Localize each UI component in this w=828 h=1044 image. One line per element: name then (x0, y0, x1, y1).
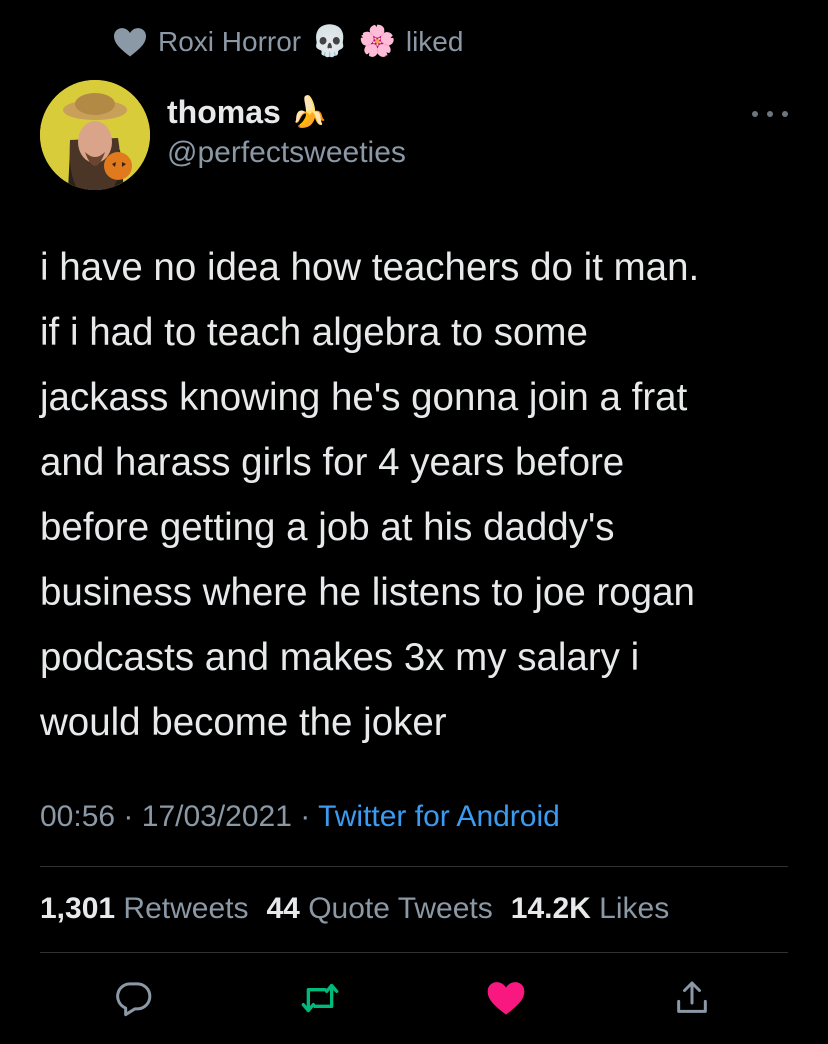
tweet-meta: 00:56 · 17/03/2021 · Twitter for Android (40, 800, 560, 834)
flower-emoji: 🌸 (358, 25, 396, 58)
divider (40, 866, 788, 867)
tweet-text-line: before getting a job at his daddy's (40, 506, 615, 549)
retweet-icon[interactable] (300, 978, 340, 1018)
more-dot (767, 111, 773, 117)
liked-heart-icon (112, 26, 148, 58)
user-name[interactable]: thomas 🍌 (167, 94, 328, 131)
retweets-stat[interactable]: 1,301 Retweets (40, 892, 248, 926)
avatar[interactable] (40, 80, 150, 190)
likes-label: Likes (599, 892, 670, 925)
more-icon[interactable] (752, 104, 788, 124)
quotes-count: 44 (266, 892, 300, 925)
action-bar (40, 968, 788, 1028)
banana-emoji: 🍌 (290, 95, 329, 129)
liker-name[interactable]: Roxi Horror (158, 26, 301, 58)
tweet-stats: 1,301 Retweets 44 Quote Tweets 14.2K Lik… (40, 892, 669, 926)
meta-separator: · (123, 800, 134, 833)
likes-count: 14.2K (510, 892, 591, 925)
quotes-stat[interactable]: 44 Quote Tweets (266, 892, 492, 926)
more-dot (752, 111, 758, 117)
tweet-text-line: if i had to teach algebra to some (40, 311, 588, 354)
tweet-text-line: jackass knowing he's gonna join a frat (40, 376, 688, 419)
tweet-text-line: would become the joker (40, 701, 447, 744)
quotes-label: Quote Tweets (308, 892, 493, 925)
tweet-text-line: business where he listens to joe rogan (40, 571, 695, 614)
tweet-text: i have no idea how teachers do it man. i… (40, 235, 800, 755)
meta-separator: · (300, 800, 311, 833)
retweets-count: 1,301 (40, 892, 116, 925)
retweets-label: Retweets (123, 892, 249, 925)
skull-emoji: 💀 (311, 25, 349, 58)
liked-label: liked (405, 26, 464, 57)
reply-icon[interactable] (114, 978, 154, 1018)
tweet-text-line: i have no idea how teachers do it man. (40, 246, 700, 289)
likes-stat[interactable]: 14.2K Likes (511, 892, 669, 926)
tweet-text-line: and harass girls for 4 years before (40, 441, 625, 484)
user-handle[interactable]: @perfectsweeties (167, 136, 406, 170)
tweet-source[interactable]: Twitter for Android (318, 800, 560, 833)
social-context[interactable]: Roxi Horror 💀 🌸 liked (112, 22, 463, 62)
tweet-text-line: podcasts and makes 3x my salary i (40, 636, 640, 679)
more-dot (782, 111, 788, 117)
display-name[interactable]: thomas (167, 94, 281, 131)
tweet-time[interactable]: 00:56 (40, 800, 115, 833)
divider (40, 952, 788, 953)
heart-icon[interactable] (486, 978, 526, 1018)
tweet-date[interactable]: 17/03/2021 (142, 800, 292, 833)
share-icon[interactable] (672, 978, 712, 1018)
